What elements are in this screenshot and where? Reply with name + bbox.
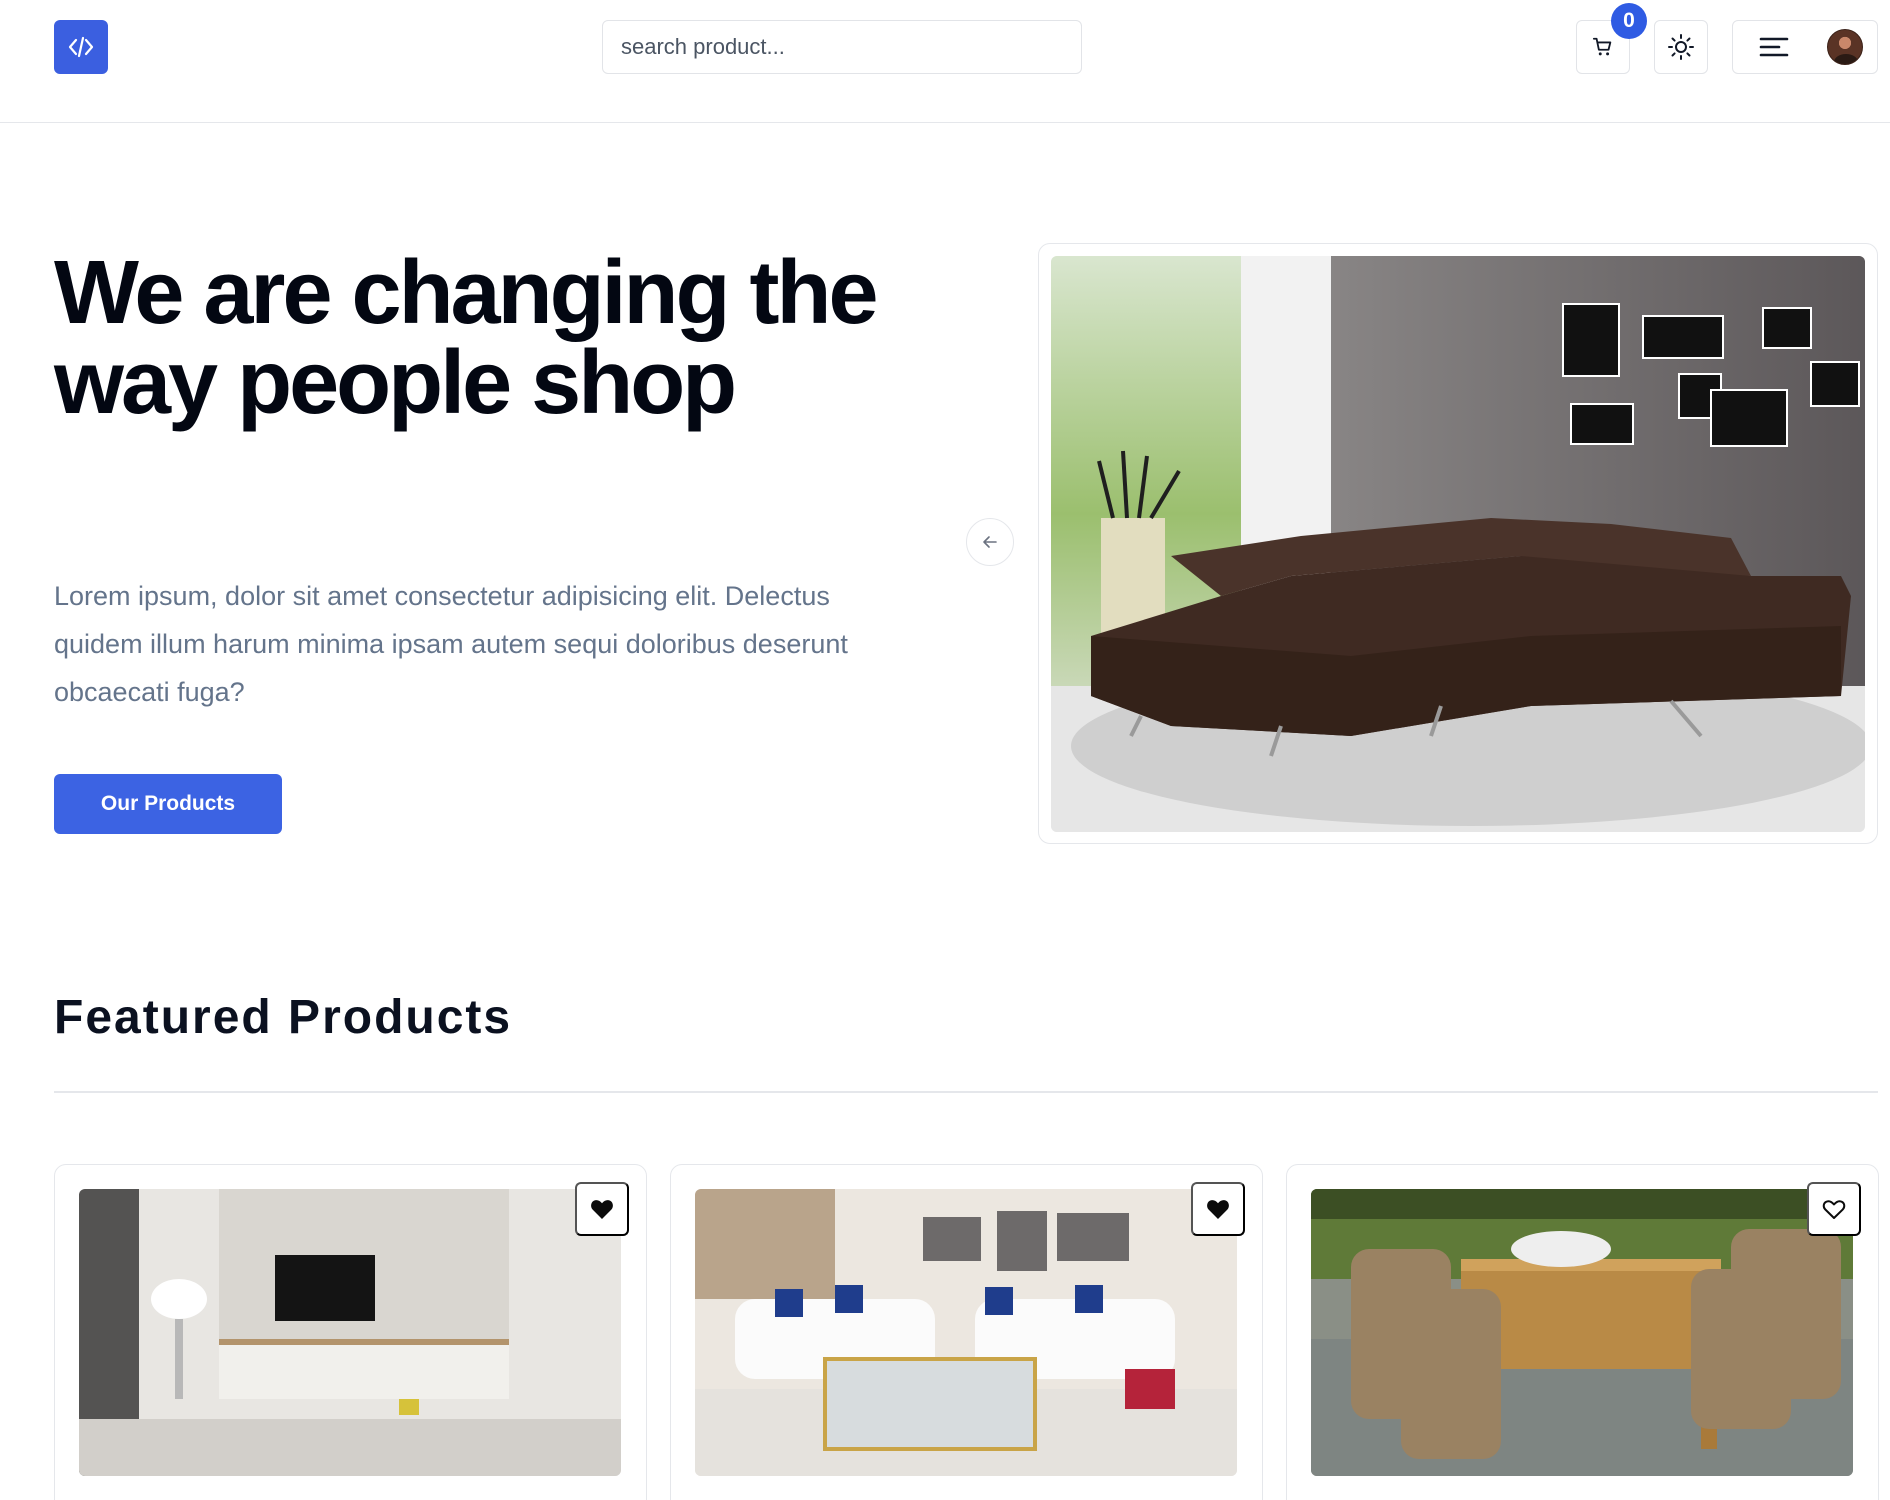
search-input[interactable] xyxy=(602,20,1082,74)
home-logo-button[interactable] xyxy=(54,20,108,74)
product-card[interactable] xyxy=(670,1164,1263,1500)
theme-toggle-button[interactable] xyxy=(1654,20,1708,74)
cart-count-badge: 0 xyxy=(1611,3,1647,39)
sofa-room-illustration xyxy=(1051,256,1865,832)
page: 0 We are cha xyxy=(0,0,1890,1500)
favorite-button[interactable] xyxy=(575,1182,629,1236)
featured-products-heading: Featured Products xyxy=(54,991,513,1044)
product-image[interactable] xyxy=(695,1189,1237,1476)
our-products-button[interactable]: Our Products xyxy=(54,774,282,834)
heart-filled-icon xyxy=(591,1200,613,1219)
shopping-cart-icon xyxy=(1592,37,1612,56)
product-image[interactable] xyxy=(79,1189,621,1476)
sun-icon xyxy=(1668,34,1694,60)
menu-icon xyxy=(1759,37,1789,57)
heart-outline-icon xyxy=(1822,1200,1846,1219)
carousel-prev-button[interactable] xyxy=(966,518,1014,566)
section-divider xyxy=(54,1091,1878,1093)
hero-carousel xyxy=(1038,243,1878,844)
user-menu-button[interactable] xyxy=(1732,20,1878,74)
product-image[interactable] xyxy=(1311,1189,1853,1476)
code-icon xyxy=(68,36,94,58)
product-card[interactable] xyxy=(54,1164,647,1500)
product-card[interactable] xyxy=(1286,1164,1879,1500)
favorite-button[interactable] xyxy=(1191,1182,1245,1236)
arrow-left-icon xyxy=(983,536,997,548)
navbar: 0 xyxy=(0,0,1890,123)
favorite-button[interactable] xyxy=(1807,1182,1861,1236)
user-avatar xyxy=(1827,29,1863,65)
heart-filled-icon xyxy=(1207,1200,1229,1219)
hero-image xyxy=(1051,256,1865,832)
hero-description: Lorem ipsum, dolor sit amet consectetur … xyxy=(54,581,848,707)
hero-title: We are changing the way people shop xyxy=(54,243,879,433)
